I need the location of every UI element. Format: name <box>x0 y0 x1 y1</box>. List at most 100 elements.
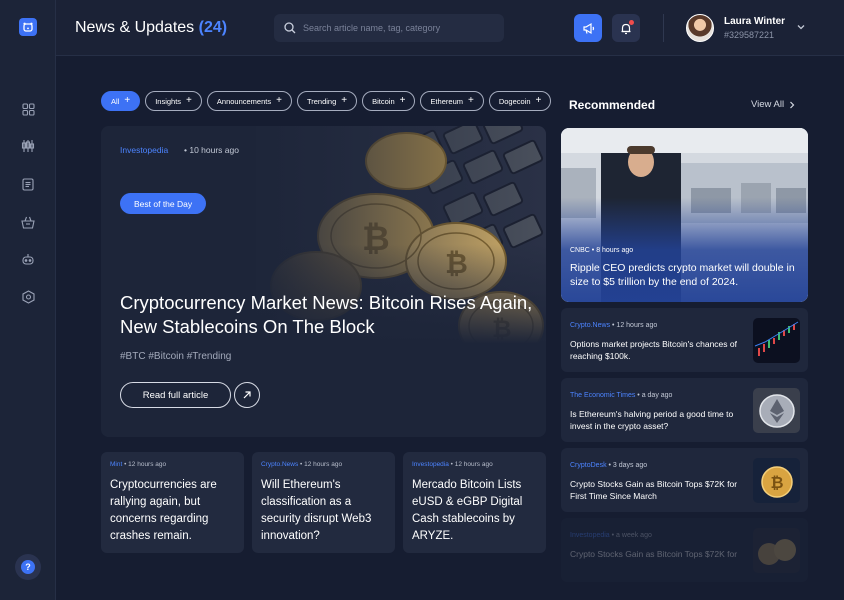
item-title: Is Ethereum's halving period a good time… <box>570 409 734 431</box>
item-source: Crypto.News <box>570 322 611 329</box>
plus-icon: + <box>124 95 131 106</box>
filter-chip-all[interactable]: All + <box>101 91 141 111</box>
sidebar-item-bots[interactable] <box>18 249 38 269</box>
search-icon <box>284 22 296 34</box>
card-title: Will Ethereum's classification as a secu… <box>261 479 372 542</box>
item-meta: Crypto.News • 12 hours ago <box>570 322 657 329</box>
card-time: 12 hours ago <box>128 461 167 468</box>
card-meta: Mint • 12 hours ago <box>110 461 235 468</box>
recommended-item[interactable]: Investopedia • a week ago Crypto Stocks … <box>561 518 808 582</box>
item-time: 12 hours ago <box>616 322 658 329</box>
announcements-button[interactable] <box>574 14 602 42</box>
sidebar-item-settings[interactable] <box>18 287 38 307</box>
card-source: Crypto.News <box>261 461 299 468</box>
view-all-label: View All <box>751 99 785 110</box>
article-source[interactable]: Investopedia <box>120 145 168 155</box>
bitcoin-coin-thumbnail: ₿ <box>753 458 800 503</box>
card-meta: Investopedia • 12 hours ago <box>412 461 537 468</box>
recommended-heading: Recommended <box>569 98 656 112</box>
card-title: Cryptocurrencies are rallying again, but… <box>110 479 217 542</box>
sidebar-item-markets[interactable] <box>18 136 38 156</box>
plus-icon: + <box>535 95 542 106</box>
featured-time: 8 hours ago <box>596 247 634 254</box>
filter-chip-announcements[interactable]: Announcements + <box>206 91 292 111</box>
card-source: Mint <box>110 461 123 468</box>
card-time: 12 hours ago <box>454 461 493 468</box>
item-meta: The Economic Times • a day ago <box>570 392 672 399</box>
page-title: News & Updates (24) <box>75 19 227 37</box>
chevron-down-icon[interactable] <box>796 22 806 32</box>
filter-chip-ethereum[interactable]: Ethereum + <box>420 91 484 111</box>
sidebar-item-shop[interactable] <box>18 212 38 232</box>
card-source: Investopedia <box>412 461 449 468</box>
chip-label: Ethereum <box>430 96 463 106</box>
featured-article-title[interactable]: Cryptocurrency Market News: Bitcoin Rise… <box>120 291 540 339</box>
filter-chips: All + Insights + Announcements + Trending + … <box>101 91 552 111</box>
help-button[interactable]: ? <box>15 554 41 580</box>
notifications-button[interactable] <box>612 14 640 42</box>
chip-label: All <box>111 96 120 106</box>
user-id: #329587221 <box>724 30 775 40</box>
filter-chip-trending[interactable]: Trending + <box>296 91 358 111</box>
item-source: The Economic Times <box>570 392 636 399</box>
open-article-button[interactable] <box>234 382 260 408</box>
ethereum-coin-thumbnail <box>753 388 800 433</box>
best-of-day-badge: Best of the Day <box>120 193 207 214</box>
item-title: Options market projects Bitcoin's chance… <box>570 339 737 361</box>
item-meta: CryptoDesk • 3 days ago <box>570 462 647 469</box>
svg-text:₿: ₿ <box>770 473 783 492</box>
card-title: Mercado Bitcoin Lists eUSD & eGBP Digita… <box>412 479 523 542</box>
recommended-item[interactable]: The Economic Times • a day ago Is Ethere… <box>561 378 808 442</box>
view-all-link[interactable]: View All <box>751 99 795 110</box>
bear-logo-icon <box>23 22 33 32</box>
filter-chip-dogecoin[interactable]: Dogecoin + <box>488 91 552 111</box>
basket-icon <box>21 216 35 229</box>
item-time: a week ago <box>616 532 652 539</box>
search-input[interactable] <box>303 23 493 33</box>
news-card[interactable]: Mint • 12 hours ago Cryptocurrencies are… <box>101 452 244 553</box>
chip-label: Trending <box>306 96 337 106</box>
chevron-right-icon <box>790 101 795 108</box>
read-full-article-button[interactable]: Read full article <box>120 382 231 408</box>
user-avatar[interactable] <box>686 14 714 42</box>
sidebar: ? <box>0 0 56 600</box>
grid-icon <box>21 102 35 116</box>
megaphone-icon <box>582 22 594 34</box>
article-time: • 10 hours ago <box>184 145 239 155</box>
chip-label: Bitcoin <box>372 96 395 106</box>
featured-article-card[interactable]: ₿ ₿ ₿ Investopedia • 10 hours ago Best o… <box>101 126 546 437</box>
sidebar-item-dashboard[interactable] <box>18 99 38 119</box>
featured-source: CNBC <box>570 247 590 254</box>
news-card[interactable]: Investopedia • 12 hours ago Mercado Bitc… <box>403 452 546 553</box>
item-title: Crypto Stocks Gain as Bitcoin Tops $72K … <box>570 479 738 501</box>
app-logo[interactable] <box>19 18 37 36</box>
item-source: CryptoDesk <box>570 462 607 469</box>
search-box[interactable] <box>274 14 504 42</box>
help-icon: ? <box>21 560 35 574</box>
filter-chip-insights[interactable]: Insights + <box>145 91 202 111</box>
item-title: Crypto Stocks Gain as Bitcoin Tops $72K … <box>570 549 738 559</box>
plus-icon: + <box>399 95 406 106</box>
sidebar-item-news[interactable] <box>18 174 38 194</box>
recommended-item[interactable]: Crypto.News • 12 hours ago Options marke… <box>561 308 808 372</box>
robot-icon <box>22 253 34 265</box>
card-time: 12 hours ago <box>304 461 343 468</box>
chip-label: Dogecoin <box>498 96 531 106</box>
candlestick-chart-icon <box>21 140 35 152</box>
header-divider <box>663 14 664 42</box>
item-time: 3 days ago <box>612 462 648 469</box>
item-meta: Investopedia • a week ago <box>570 532 652 539</box>
recommended-featured-card[interactable]: CNBC • 8 hours ago Ripple CEO predicts c… <box>561 128 808 302</box>
article-time-text: 10 hours ago <box>189 145 239 155</box>
coins-thumbnail <box>753 528 800 573</box>
page-title-text: News & Updates <box>75 19 195 36</box>
settings-hexagon-icon <box>21 290 35 304</box>
plus-icon: + <box>276 95 282 106</box>
stock-chart-thumbnail <box>753 318 800 363</box>
document-icon <box>22 177 34 191</box>
arrow-up-right-icon <box>243 391 251 399</box>
news-card[interactable]: Crypto.News • 12 hours ago Will Ethereum… <box>252 452 395 553</box>
filter-chip-bitcoin[interactable]: Bitcoin + <box>362 91 416 111</box>
article-count: (24) <box>198 19 228 36</box>
recommended-item[interactable]: CryptoDesk • 3 days ago Crypto Stocks Ga… <box>561 448 808 512</box>
